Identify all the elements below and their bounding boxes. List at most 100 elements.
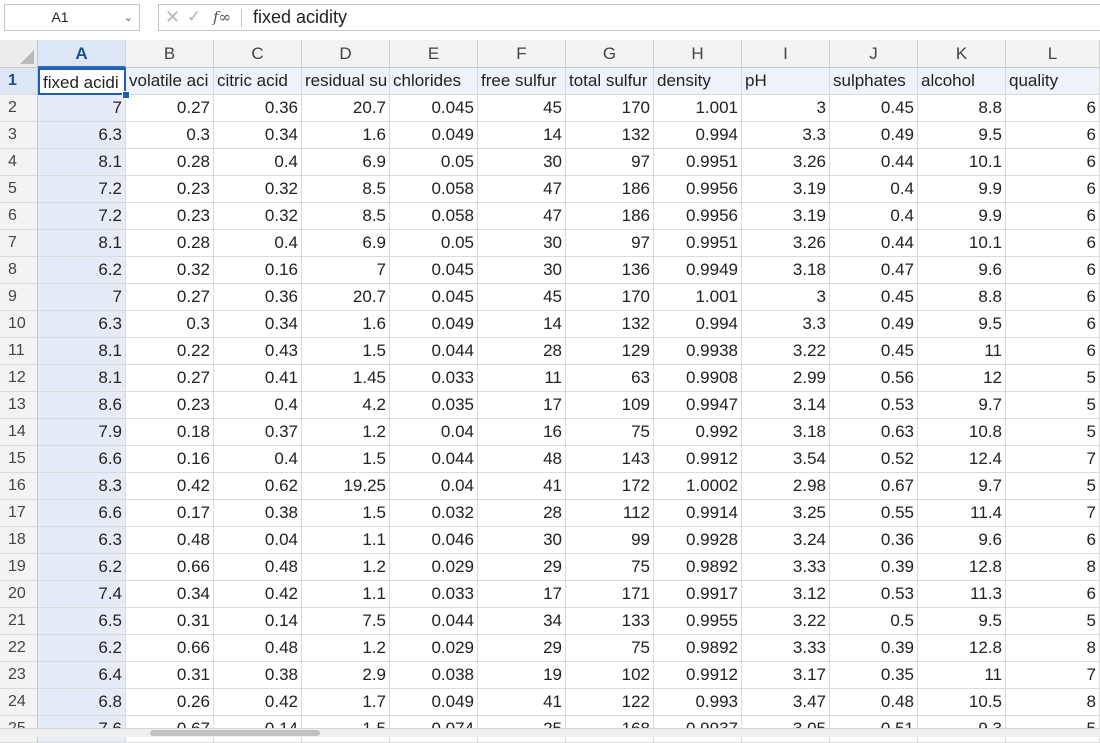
cell-l4[interactable]: 6 [1006, 149, 1100, 176]
cell-l13[interactable]: 5 [1006, 392, 1100, 419]
cell-a12[interactable]: 8.1 [38, 365, 126, 392]
cell-b20[interactable]: 0.34 [126, 581, 214, 608]
cell-h18[interactable]: 0.9928 [654, 527, 742, 554]
cell-g19[interactable]: 75 [566, 554, 654, 581]
cell-i16[interactable]: 2.98 [742, 473, 830, 500]
cell-k3[interactable]: 9.5 [918, 122, 1006, 149]
cell-h2[interactable]: 1.001 [654, 95, 742, 122]
cell-b10[interactable]: 0.3 [126, 311, 214, 338]
cell-c2[interactable]: 0.36 [214, 95, 302, 122]
cell-f16[interactable]: 41 [478, 473, 566, 500]
cell-e20[interactable]: 0.033 [390, 581, 478, 608]
cell-f14[interactable]: 16 [478, 419, 566, 446]
cell-f6[interactable]: 47 [478, 203, 566, 230]
cell-a1[interactable]: fixed acidi [38, 68, 126, 95]
cell-d11[interactable]: 1.5 [302, 338, 390, 365]
row-header-12[interactable]: 12 [0, 365, 38, 392]
cell-e23[interactable]: 0.038 [390, 662, 478, 689]
cell-a15[interactable]: 6.6 [38, 446, 126, 473]
cell-c8[interactable]: 0.16 [214, 257, 302, 284]
select-all-button[interactable] [0, 40, 38, 68]
cell-k20[interactable]: 11.3 [918, 581, 1006, 608]
cell-f4[interactable]: 30 [478, 149, 566, 176]
cell-b6[interactable]: 0.23 [126, 203, 214, 230]
cell-j14[interactable]: 0.63 [830, 419, 918, 446]
cell-c18[interactable]: 0.04 [214, 527, 302, 554]
cell-i23[interactable]: 3.17 [742, 662, 830, 689]
row-header-15[interactable]: 15 [0, 446, 38, 473]
cell-k7[interactable]: 10.1 [918, 230, 1006, 257]
cell-h19[interactable]: 0.9892 [654, 554, 742, 581]
cell-g11[interactable]: 129 [566, 338, 654, 365]
cell-c10[interactable]: 0.34 [214, 311, 302, 338]
cell-f22[interactable]: 29 [478, 635, 566, 662]
cell-b22[interactable]: 0.66 [126, 635, 214, 662]
cell-c3[interactable]: 0.34 [214, 122, 302, 149]
cell-i2[interactable]: 3 [742, 95, 830, 122]
cell-i22[interactable]: 3.33 [742, 635, 830, 662]
cell-l14[interactable]: 5 [1006, 419, 1100, 446]
cell-g1[interactable]: total sulfur [566, 68, 654, 95]
cell-a7[interactable]: 8.1 [38, 230, 126, 257]
cell-e19[interactable]: 0.029 [390, 554, 478, 581]
cell-g14[interactable]: 75 [566, 419, 654, 446]
cell-a16[interactable]: 8.3 [38, 473, 126, 500]
row-header-13[interactable]: 13 [0, 392, 38, 419]
cell-b16[interactable]: 0.42 [126, 473, 214, 500]
row-header-4[interactable]: 4 [0, 149, 38, 176]
cell-i6[interactable]: 3.19 [742, 203, 830, 230]
cell-c19[interactable]: 0.48 [214, 554, 302, 581]
cell-f18[interactable]: 30 [478, 527, 566, 554]
row-header-14[interactable]: 14 [0, 419, 38, 446]
cell-c1[interactable]: citric acid [214, 68, 302, 95]
cell-k6[interactable]: 9.9 [918, 203, 1006, 230]
cell-k1[interactable]: alcohol [918, 68, 1006, 95]
cell-c4[interactable]: 0.4 [214, 149, 302, 176]
cell-l11[interactable]: 6 [1006, 338, 1100, 365]
row-header-11[interactable]: 11 [0, 338, 38, 365]
cell-a13[interactable]: 8.6 [38, 392, 126, 419]
cell-j10[interactable]: 0.49 [830, 311, 918, 338]
cell-d13[interactable]: 4.2 [302, 392, 390, 419]
column-header-a[interactable]: A [38, 40, 126, 68]
row-header-24[interactable]: 24 [0, 689, 38, 716]
cell-a10[interactable]: 6.3 [38, 311, 126, 338]
cell-j24[interactable]: 0.48 [830, 689, 918, 716]
cell-k5[interactable]: 9.9 [918, 176, 1006, 203]
cell-k4[interactable]: 10.1 [918, 149, 1006, 176]
cell-a5[interactable]: 7.2 [38, 176, 126, 203]
cell-d3[interactable]: 1.6 [302, 122, 390, 149]
cell-d19[interactable]: 1.2 [302, 554, 390, 581]
cell-i12[interactable]: 2.99 [742, 365, 830, 392]
cell-f8[interactable]: 30 [478, 257, 566, 284]
cell-l3[interactable]: 6 [1006, 122, 1100, 149]
column-header-b[interactable]: B [126, 40, 214, 68]
cell-i20[interactable]: 3.12 [742, 581, 830, 608]
cell-h3[interactable]: 0.994 [654, 122, 742, 149]
cell-c15[interactable]: 0.4 [214, 446, 302, 473]
cell-a9[interactable]: 7 [38, 284, 126, 311]
cell-l16[interactable]: 5 [1006, 473, 1100, 500]
cell-j4[interactable]: 0.44 [830, 149, 918, 176]
cell-g13[interactable]: 109 [566, 392, 654, 419]
cell-d17[interactable]: 1.5 [302, 500, 390, 527]
cell-h24[interactable]: 0.993 [654, 689, 742, 716]
cell-b5[interactable]: 0.23 [126, 176, 214, 203]
cell-d4[interactable]: 6.9 [302, 149, 390, 176]
cell-j21[interactable]: 0.5 [830, 608, 918, 635]
cell-h6[interactable]: 0.9956 [654, 203, 742, 230]
row-header-17[interactable]: 17 [0, 500, 38, 527]
cell-e4[interactable]: 0.05 [390, 149, 478, 176]
row-header-22[interactable]: 22 [0, 635, 38, 662]
cell-f9[interactable]: 45 [478, 284, 566, 311]
cell-b12[interactable]: 0.27 [126, 365, 214, 392]
cell-f11[interactable]: 28 [478, 338, 566, 365]
cell-e13[interactable]: 0.035 [390, 392, 478, 419]
cell-k18[interactable]: 9.6 [918, 527, 1006, 554]
cell-i1[interactable]: pH [742, 68, 830, 95]
cell-h5[interactable]: 0.9956 [654, 176, 742, 203]
cell-a21[interactable]: 6.5 [38, 608, 126, 635]
cell-d10[interactable]: 1.6 [302, 311, 390, 338]
cell-b15[interactable]: 0.16 [126, 446, 214, 473]
cell-f17[interactable]: 28 [478, 500, 566, 527]
